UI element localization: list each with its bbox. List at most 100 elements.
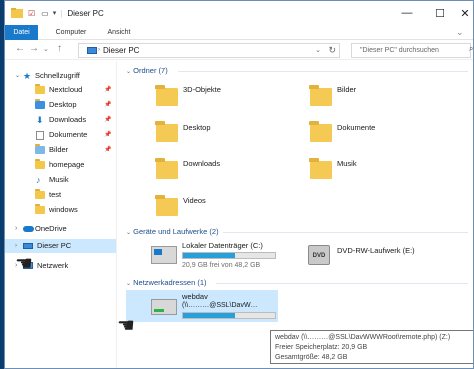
navigation-pane: ⌄ ★ Schnellzugriff Nextcloud 📌 Desktop 📌… — [5, 61, 117, 368]
chevron-down-icon[interactable]: ⌄ — [126, 230, 131, 236]
sidebar-item-desktop[interactable]: Desktop 📌 — [5, 98, 117, 112]
chevron-down-icon[interactable]: ⌄ — [126, 69, 131, 75]
dvd-drive-icon: DVD — [308, 245, 330, 265]
network-status-icon — [154, 309, 164, 312]
sidebar-item-label: Downloads — [49, 115, 87, 124]
group-header-label: Ordner (7) — [133, 66, 168, 75]
quick-access-toolbar-check-icon[interactable]: ☑ — [28, 9, 35, 18]
hand-pointer-icon: ☚ — [15, 253, 33, 275]
address-field[interactable]: › Dieser PC ⌄ ↻ — [78, 43, 340, 58]
tab-datei[interactable]: Datei — [5, 25, 38, 40]
document-icon — [36, 131, 44, 140]
refresh-icon[interactable]: ↻ — [328, 44, 336, 57]
folder-name: 3D-Objekte — [183, 85, 221, 94]
music-icon: ♪ — [36, 175, 41, 185]
explorer-icon — [11, 7, 23, 18]
group-divider — [223, 232, 468, 233]
sidebar-item-label: Musik — [49, 175, 69, 184]
pin-icon: 📌 — [104, 147, 112, 153]
this-pc-icon — [87, 47, 97, 54]
tooltip: webdav (\\………@SSL\DavWWWRoot\remote.php)… — [270, 330, 473, 364]
customize-toolbar-icon[interactable]: ▾ — [53, 9, 57, 17]
ribbon-tabs: Datei Computer Ansicht ⌄ — [5, 25, 473, 40]
sidebar-item-label: homepage — [49, 160, 85, 169]
sidebar-item-downloads[interactable]: ⬇ Downloads 📌 — [5, 113, 117, 127]
drive-usage-bar — [182, 252, 276, 259]
network-usage-fill — [183, 313, 236, 318]
recent-locations-icon[interactable]: ⌄ — [43, 45, 49, 53]
sidebar-item-label: Netzwerk — [37, 261, 69, 270]
explorer-window: ☑ ▭ ▾ | Dieser PC — ☐ ✕ Datei Computer A… — [4, 0, 474, 369]
maximize-button[interactable]: ☐ — [423, 1, 457, 25]
close-button[interactable]: ✕ — [455, 1, 473, 25]
network-usage-bar — [182, 312, 276, 319]
star-icon: ★ — [23, 71, 32, 81]
sidebar-item-label: Dieser PC — [37, 241, 72, 250]
pin-icon: 📌 — [104, 117, 112, 123]
minimize-button[interactable]: — — [390, 1, 424, 25]
pin-icon: 📌 — [104, 102, 112, 108]
sidebar-item-label: Bilder — [49, 145, 69, 154]
music-folder-icon — [309, 158, 332, 179]
network-tile-webdav[interactable]: webdav (\\………@SSL\DavW… — [126, 290, 278, 322]
folder-name: Videos — [183, 196, 206, 205]
quick-access-toolbar-folder-icon[interactable]: ▭ — [41, 9, 49, 18]
folders-group-header[interactable]: ⌄ Ordner (7) — [126, 66, 168, 75]
folder-icon — [35, 84, 45, 94]
desktop-icon — [35, 99, 45, 109]
tooltip-line: webdav (\\………@SSL\DavWWWRoot\remote.php)… — [275, 334, 451, 341]
folder-name: Dokumente — [337, 123, 376, 132]
download-icon: ⬇ — [36, 115, 44, 125]
3d-objects-folder-icon — [155, 85, 178, 106]
folder-name: Musik — [337, 159, 357, 168]
chevron-down-icon[interactable]: ⌄ — [15, 69, 20, 83]
drive-free-text: 20,9 GB frei von 48,2 GB — [182, 262, 261, 269]
address-dropdown-icon[interactable]: ⌄ — [315, 44, 321, 57]
hand-pointer-icon: ☚ — [117, 315, 135, 337]
windows-logo-icon — [154, 249, 162, 255]
search-input[interactable]: "Dieser PC" durchsuchen — [351, 43, 471, 58]
group-header-label: Netzwerkadressen (1) — [133, 278, 207, 287]
network-group-header[interactable]: ⌄ Netzwerkadressen (1) — [126, 278, 206, 287]
drive-name: DVD-RW-Laufwerk (E:) — [337, 246, 415, 255]
pin-icon: 📌 — [104, 132, 112, 138]
expand-ribbon-icon[interactable]: ⌄ — [456, 27, 464, 38]
back-button[interactable]: ← — [15, 43, 25, 54]
cloud-icon — [23, 226, 34, 232]
group-divider — [178, 71, 468, 72]
desktop-folder-icon — [155, 121, 178, 142]
tab-ansicht[interactable]: Ansicht — [99, 25, 139, 40]
pictures-folder-icon — [309, 85, 332, 106]
sidebar-item-dokumente[interactable]: Dokumente 📌 — [5, 128, 117, 142]
network-drive-path: (\\………@SSL\DavW… — [182, 302, 258, 309]
search-icon[interactable]: ⌕ — [469, 44, 473, 54]
group-header-label: Geräte und Laufwerke (2) — [133, 227, 219, 236]
drives-group-header[interactable]: ⌄ Geräte und Laufwerke (2) — [126, 227, 219, 236]
folder-name: Downloads — [183, 159, 221, 168]
chevron-right-icon[interactable]: › — [15, 222, 17, 236]
sidebar-item-label: windows — [49, 205, 78, 214]
sidebar-item-label: Desktop — [49, 100, 77, 109]
sidebar-item-nextcloud[interactable]: Nextcloud 📌 — [5, 83, 117, 97]
forward-button[interactable]: → — [29, 43, 39, 54]
chevron-right-icon: › — [98, 47, 100, 53]
downloads-folder-icon — [155, 158, 178, 179]
pin-icon: 📌 — [104, 87, 112, 93]
sidebar-item-label: Nextcloud — [49, 85, 83, 94]
folder-icon — [35, 204, 45, 214]
folder-icon — [35, 189, 45, 199]
network-drive-name: webdav — [182, 292, 208, 301]
tab-computer[interactable]: Computer — [49, 25, 93, 40]
videos-folder-icon — [155, 195, 178, 216]
title-bar: ☑ ▭ ▾ | Dieser PC — ☐ ✕ — [5, 1, 473, 25]
drive-usage-fill — [183, 253, 236, 258]
folder-icon — [35, 159, 45, 169]
search-placeholder: "Dieser PC" durchsuchen — [360, 47, 439, 54]
sidebar-item-label: test — [49, 190, 62, 199]
drive-name: Lokaler Datenträger (C:) — [182, 241, 263, 250]
window-title: Dieser PC — [67, 8, 104, 18]
pictures-icon — [35, 144, 45, 154]
up-button[interactable]: ↑ — [57, 43, 62, 54]
chevron-down-icon[interactable]: ⌄ — [126, 281, 131, 287]
sidebar-item-bilder[interactable]: Bilder 📌 — [5, 143, 117, 157]
